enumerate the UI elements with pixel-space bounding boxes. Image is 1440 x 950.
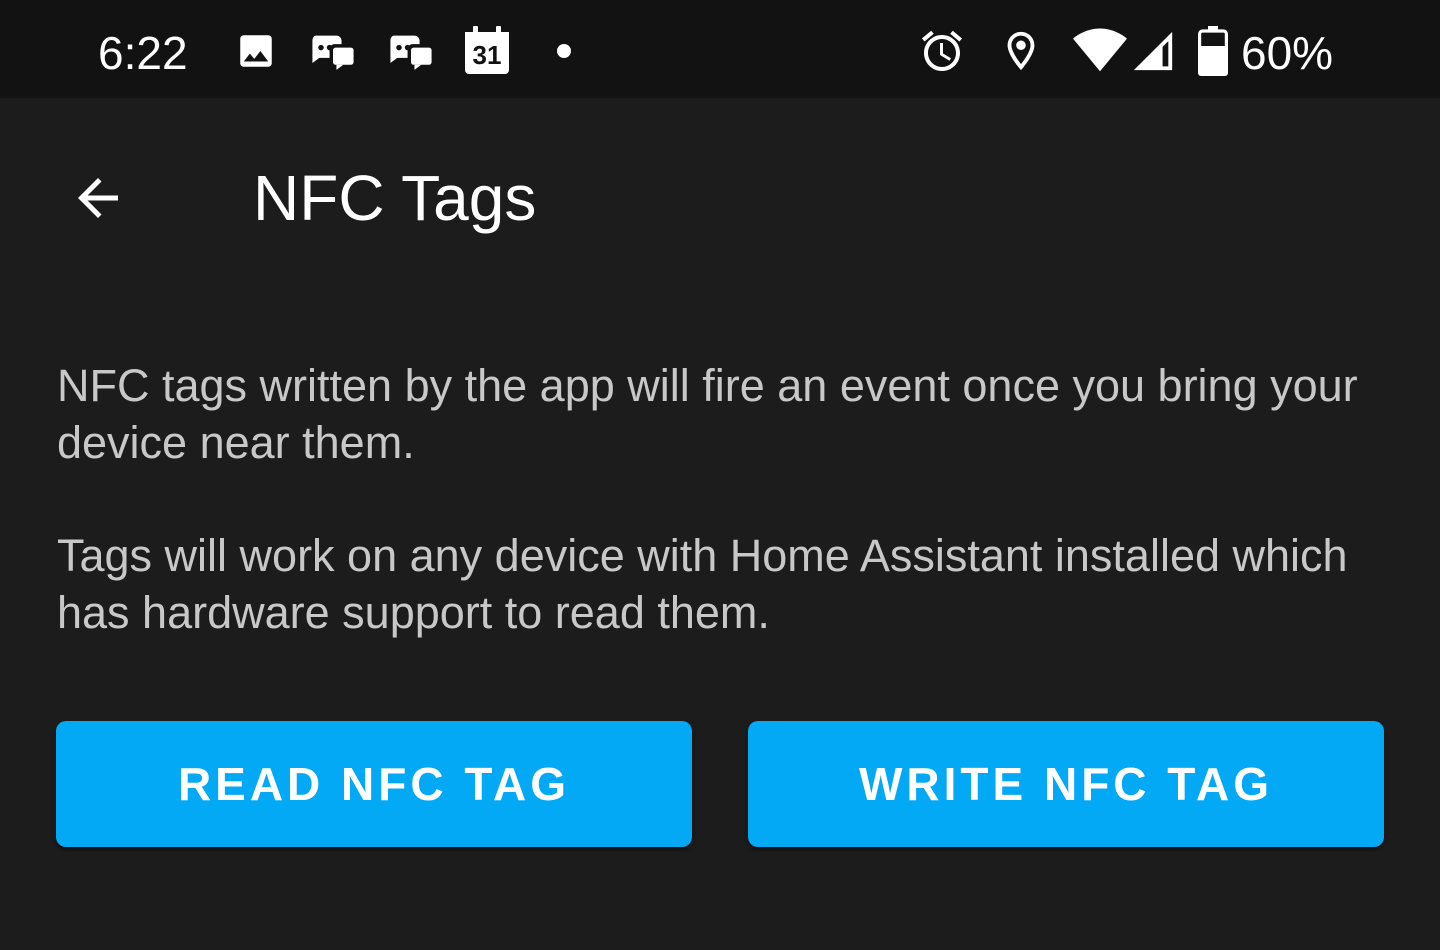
app-bar: NFC Tags (0, 98, 1440, 298)
battery-percent: 60% (1241, 27, 1334, 79)
calendar-day: 31 (472, 40, 502, 70)
location-icon (998, 26, 1044, 76)
image-icon (234, 26, 278, 76)
wifi-icon (1072, 26, 1128, 76)
alarm-icon (918, 26, 966, 76)
read-nfc-tag-button[interactable]: READ NFC TAG (56, 721, 692, 847)
battery-icon (1196, 26, 1230, 76)
calendar-icon: 31 (462, 26, 512, 76)
description-paragraph: Tags will work on any device with Home A… (57, 530, 1348, 638)
discord-icon (308, 26, 358, 76)
description-paragraph: NFC tags written by the app will fire an… (57, 360, 1358, 468)
write-nfc-tag-button[interactable]: WRITE NFC TAG (748, 721, 1384, 847)
dot-icon (554, 26, 574, 76)
status-bar: 6:22 31 60% (0, 0, 1440, 98)
cell-signal-icon (1130, 26, 1176, 76)
page-title: NFC Tags (253, 162, 537, 234)
status-time: 6:22 (98, 27, 188, 79)
arrow-back-icon (78, 178, 118, 218)
discord-icon (386, 26, 436, 76)
back-button[interactable] (50, 150, 146, 246)
